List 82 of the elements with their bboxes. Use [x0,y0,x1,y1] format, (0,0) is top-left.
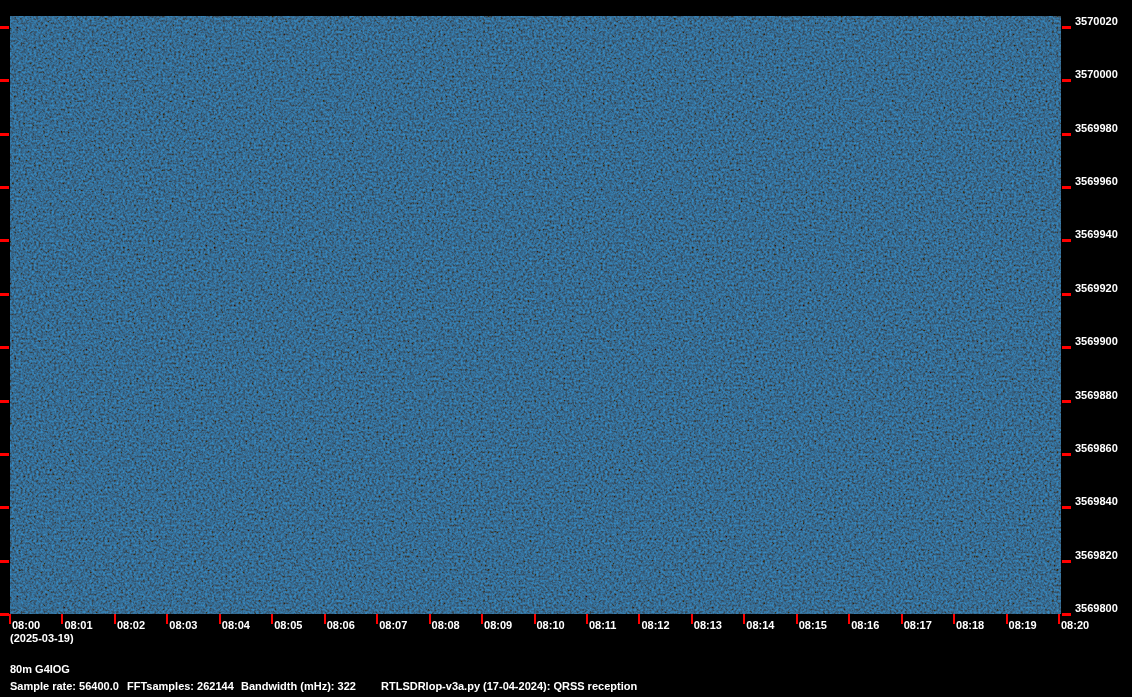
axis-tick [166,614,169,624]
time-label: 08:10 [536,619,565,631]
frequency-label: 3569880 [1075,388,1118,401]
axis-tick [0,452,9,456]
frequency-label: 3569800 [1075,602,1118,614]
axis-tick [743,614,746,624]
frequency-label: 3569980 [1075,121,1118,134]
date-label: (2025-03-19) [10,632,74,644]
axis-tick [113,614,116,624]
axis-tick [848,614,851,624]
time-label: 08:06 [326,619,355,631]
frequency-label: 3570000 [1075,68,1118,81]
time-label: 08:16 [851,619,880,631]
time-label: 08:01 [64,619,93,631]
info-text: RTLSDRlop-v3a.py (17-04-2024): QRSS reception [381,680,638,692]
axis-tick [0,506,9,510]
time-label: 08:20 [1061,619,1090,631]
axis-tick [1062,452,1071,456]
time-label: 08:14 [746,619,775,631]
axis-tick [1062,186,1071,190]
axis-tick [1062,292,1071,296]
axis-tick [953,614,956,624]
axis-tick [376,614,379,624]
time-label: 08:04 [221,619,250,631]
axis-tick [1005,614,1008,624]
time-label: 08:13 [693,619,722,631]
frequency-label: 3569840 [1075,495,1118,508]
info-text: Sample rate: 56400.0 [10,680,119,692]
frequency-label: 3569920 [1075,281,1118,294]
time-label: 08:17 [903,619,932,631]
axis-tick [533,614,536,624]
time-label: 08:15 [798,619,827,631]
time-label: 08:03 [169,619,198,631]
axis-tick [1058,614,1060,624]
time-label: 08:19 [1008,619,1037,631]
time-label: 08:05 [274,619,303,631]
time-label: 08:00 [12,619,41,631]
axis-tick [0,186,9,190]
frequency-label: 3569900 [1075,335,1118,348]
axis-tick [690,614,693,624]
frequency-label: 3570020 [1075,15,1118,27]
axis-tick [218,614,221,624]
axis-tick [795,614,798,624]
axis-tick [1062,613,1071,616]
time-label: 08:18 [956,619,985,631]
axis-tick [638,614,641,624]
time-label: 08:12 [641,619,670,631]
axis-tick [1062,79,1071,83]
axis-tick [61,614,64,624]
axis-tick [323,614,326,624]
frequency-label: 3569860 [1075,441,1118,454]
station-label: 80m G4IOG [10,663,70,675]
axis-tick [1062,559,1071,563]
axis-tick [0,26,9,29]
info-text: Bandwidth (mHz): 322 [241,680,356,692]
axis-tick [481,614,484,624]
axis-tick [1062,26,1071,29]
frequency-label: 3569820 [1075,548,1118,561]
axis-tick [0,346,9,350]
axis-tick [1062,239,1071,243]
axis-tick [0,239,9,243]
axis-tick [585,614,588,624]
axis-tick [1062,346,1071,350]
frequency-label: 3569940 [1075,228,1118,241]
time-label: 08:09 [484,619,513,631]
axis-tick [0,399,9,403]
time-label: 08:08 [431,619,460,631]
axis-tick [1062,132,1071,136]
axis-tick [0,79,9,83]
axis-tick [1062,506,1071,510]
frequency-label: 3569960 [1075,175,1118,188]
axis-tick [1062,399,1071,403]
info-text: FFTsamples: 262144 [127,680,234,692]
time-label: 08:02 [116,619,146,631]
axis-tick [900,614,903,624]
axis-tick [271,614,274,624]
axis-tick [0,559,9,563]
axis-tick [428,614,431,624]
axis-tick [0,132,9,136]
axis-tick [0,292,9,296]
time-label: 08:07 [379,619,408,631]
time-label: 08:11 [588,619,617,631]
